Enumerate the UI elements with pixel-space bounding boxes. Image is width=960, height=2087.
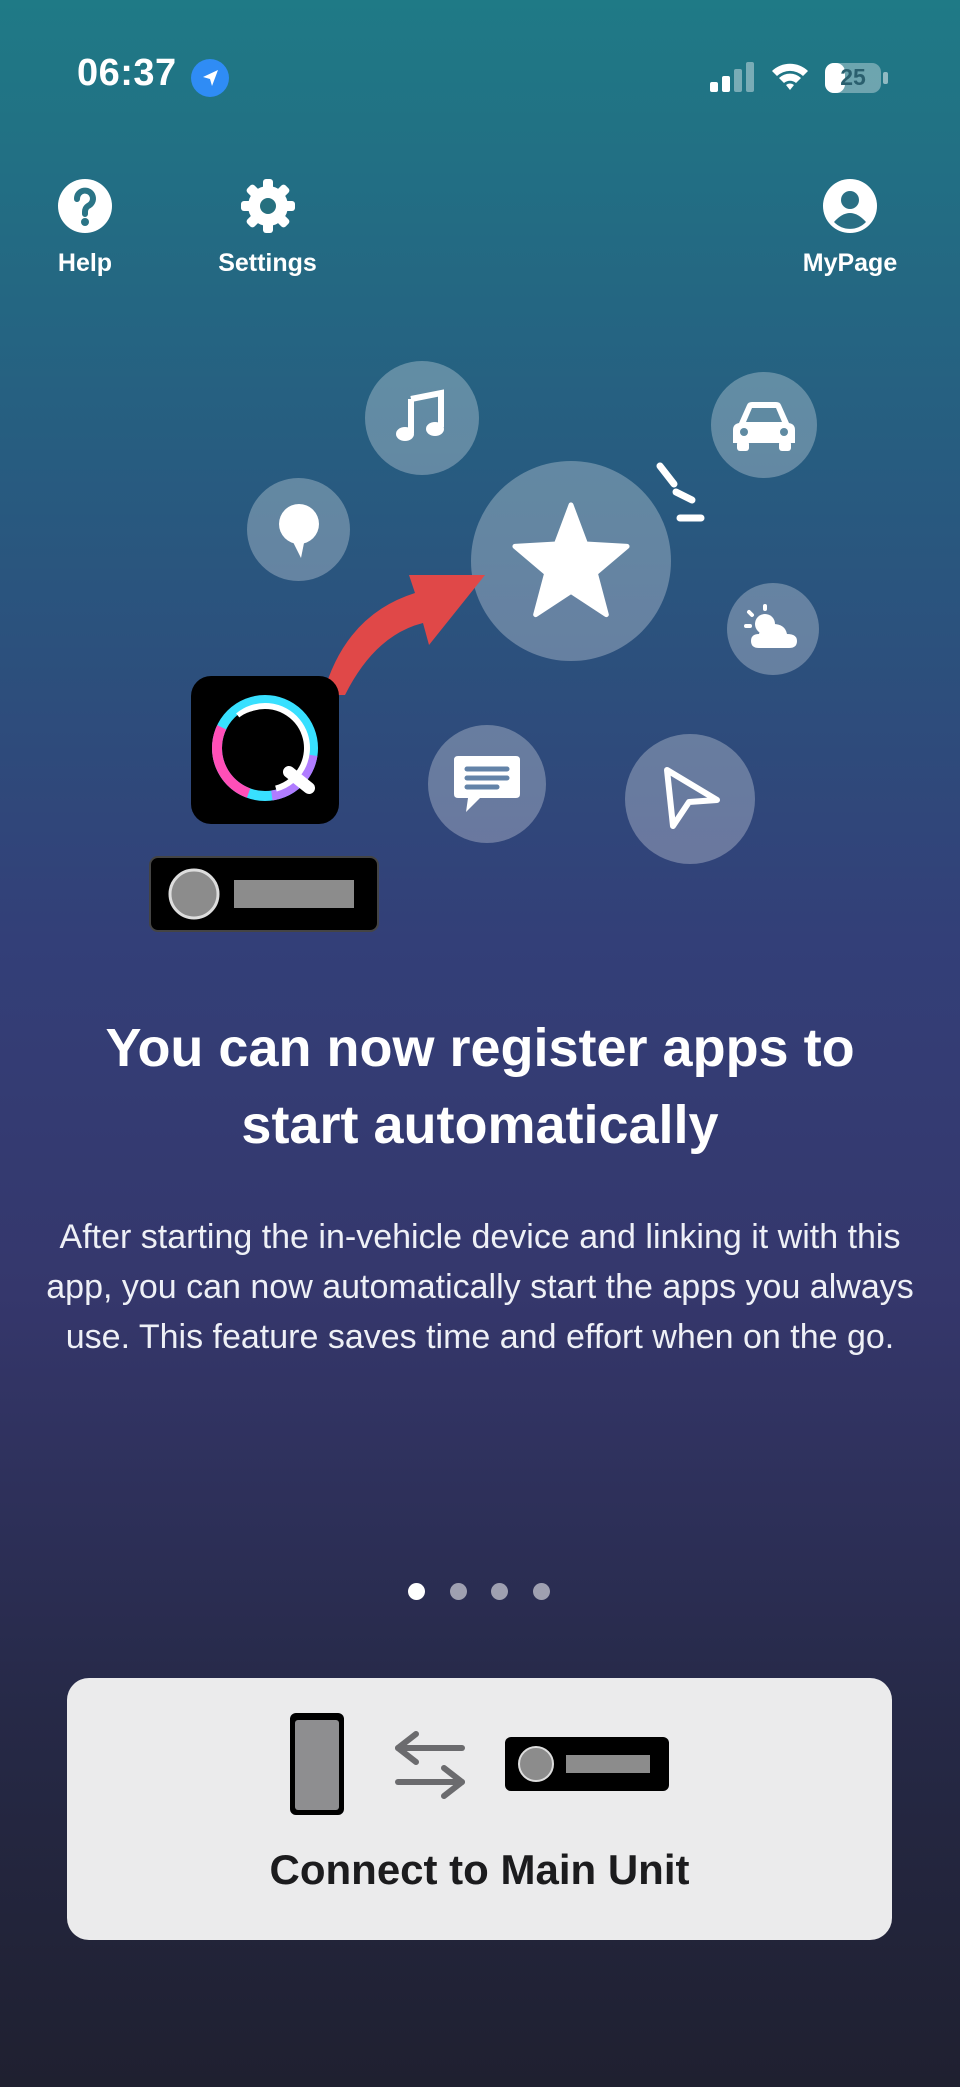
message-icon bbox=[428, 725, 546, 843]
title-line-1: You can now register apps to bbox=[105, 1018, 855, 1078]
head-unit-icon bbox=[149, 856, 379, 932]
help-icon bbox=[58, 179, 112, 233]
battery-indicator: 25 bbox=[824, 62, 890, 94]
title-line-2: start automatically bbox=[241, 1095, 719, 1155]
onboarding-description: After starting the in-vehicle device and… bbox=[46, 1218, 914, 1356]
page-dot-4[interactable] bbox=[533, 1583, 550, 1600]
page-dot-1[interactable] bbox=[408, 1583, 425, 1600]
swap-arrows-icon bbox=[395, 1731, 465, 1799]
page-dot-2[interactable] bbox=[450, 1583, 467, 1600]
sparkle-lines-icon bbox=[656, 462, 705, 522]
mypage-button[interactable]: MyPage bbox=[785, 178, 915, 278]
settings-button[interactable]: Settings bbox=[200, 178, 335, 278]
navigation-icon bbox=[625, 734, 755, 864]
wifi-icon bbox=[772, 63, 808, 90]
cellular-signal-icon bbox=[710, 62, 754, 92]
location-arrow-icon bbox=[191, 59, 229, 97]
app-logo-icon bbox=[191, 676, 339, 824]
user-icon bbox=[823, 179, 877, 233]
settings-label: Settings bbox=[218, 249, 317, 277]
car-icon bbox=[711, 372, 817, 478]
gear-icon bbox=[240, 179, 295, 233]
music-icon bbox=[365, 361, 479, 475]
battery-level: 25 bbox=[840, 64, 866, 90]
main-unit-icon bbox=[505, 1737, 669, 1791]
help-button[interactable]: Help bbox=[35, 178, 135, 278]
connect-button-label: Connect to Main Unit bbox=[269, 1846, 690, 1893]
page-dot-3[interactable] bbox=[491, 1583, 508, 1600]
phone-icon bbox=[290, 1713, 344, 1815]
help-label: Help bbox=[57, 249, 113, 277]
onboarding-title: You can now register apps to start autom… bbox=[40, 1010, 920, 1164]
weather-icon bbox=[727, 583, 819, 675]
mypage-label: MyPage bbox=[802, 249, 898, 277]
connect-main-unit-button[interactable]: Connect to Main Unit bbox=[67, 1678, 892, 1940]
star-icon bbox=[471, 461, 671, 661]
status-time: 06:37 bbox=[77, 52, 177, 94]
